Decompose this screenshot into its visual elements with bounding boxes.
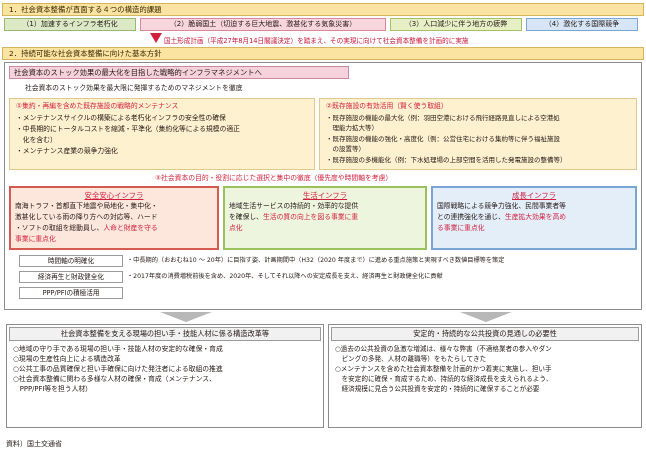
safety-infra-line-1: 南海トラフ・首都直下地震や局地化・集中化・ <box>15 202 158 210</box>
intro-text: 社会資本のストック効果を最大限に発揮するためのマネジメントを徹底 <box>25 84 243 92</box>
down-arrow-left-icon <box>160 312 212 322</box>
investment-title: 安定的・持続的な公共投資の見通しの必要性 <box>331 327 639 341</box>
effective-use-line-5: ・既存施設の多機能化（例：下水処理場の上部空間を活用した発電施設の整備等） <box>326 156 567 164</box>
section2-header: 2．持続可能な社会資本整備に向けた基本方針 <box>2 47 644 60</box>
workforce-line-5: PPP/PFI等を担う人材） <box>13 385 92 393</box>
workforce-line-2: ○現場の生産性向上による構造改革 <box>13 355 121 363</box>
effective-use-line-4: の設置等） <box>326 145 366 153</box>
source-note: 資料）国土交通省 <box>6 440 62 448</box>
growth-infra-line-3: る事業に重点化 <box>437 224 485 232</box>
section1-header: 1．社会資本整備が直面する４つの構造的課題 <box>2 3 644 16</box>
challenge-chip-competition: （4）激化する国際競争 <box>526 18 638 31</box>
workforce-title: 社会資本整備を支える現場の担い手・技能人材に係る構造改革等 <box>9 327 321 341</box>
challenge-chip-vulnerable-land: （2）脆弱国土（切迫する巨大地震、激甚化する気象災害） <box>140 18 386 31</box>
challenge-chip-population: （3）人口減少に伴う地方の疲弊 <box>390 18 522 31</box>
maintenance-line-4: ・メンテナンス産業の競争力強化 <box>16 147 118 155</box>
maintenance-line-1: ・メンテナンスサイクルの構築による老朽化インフラの安全性の確保 <box>16 114 226 122</box>
effective-use-box: ②既存施設の有効活用（賢く使う取組） ・既存施設の機能の最大化（例：羽田空港にお… <box>319 98 637 170</box>
safety-infra-line-2: 激甚化している雨の降り方への対応等、ハード <box>15 213 158 221</box>
maintenance-box: ①集約・再編を含めた既存施設の戦略的メンテナンス ・メンテナンスサイクルの構築に… <box>9 98 315 170</box>
fiscal-text: ・2017年度の消費増税前後を含め、2020年、そしてそれ以降への安定成長を支え… <box>127 273 443 280</box>
fiscal-label: 経済再生と財政健全化 <box>19 271 123 283</box>
workforce-line-1: ○地域の守り手である現場の担い手・技能人材の安定的な確保・育成 <box>13 345 223 353</box>
investment-line-3: ○メンテナンスを含めた社会資本整備を計画的かつ着実に実施し、担い手 <box>335 365 552 373</box>
growth-infra-line-2: との連携強化を通じ、生産拡大効果を高め <box>437 213 567 221</box>
growth-infra-box: 成長インフラ 国際戦略による競争力強化、民間事業者等 との連携強化を通じ、生産拡… <box>431 186 637 250</box>
section2-label: 2．持続可能な社会資本整備に向けた基本方針 <box>9 49 162 58</box>
safety-infra-title: 安全安心インフラ <box>84 191 144 200</box>
investment-line-1: ○過去の公共投資の急激な増減は、様々な弊害（不適格業者の参入やダン <box>335 345 552 353</box>
growth-infra-title: 成長インフラ <box>511 191 557 200</box>
time-axis-label: 時間軸の明確化 <box>19 255 123 267</box>
time-axis-text: ・中長期的（おおむね10 〜 20年）に目指す姿、計画期間中（H32（2020 … <box>127 257 505 264</box>
strategic-title: 社会資本のストック効果の最大化を目指した戦略的インフラマネジメントへ <box>9 66 349 79</box>
effective-use-title: ②既存施設の有効活用（賢く使う取組） <box>326 102 448 110</box>
section1-label: 1．社会資本整備が直面する４つの構造的課題 <box>9 5 162 14</box>
investment-line-5: 経済規模に見合う公共投資を安定的・持続的に確保することが必要 <box>335 385 540 393</box>
down-arrow-icon <box>150 33 162 43</box>
maintenance-line-3: 化を含む） <box>16 136 57 144</box>
safety-infra-box: 安全安心インフラ 南海トラフ・首都直下地震や局地化・集中化・ 激甚化している雨の… <box>9 186 219 250</box>
maintenance-title: ①集約・再編を含めた既存施設の戦略的メンテナンス <box>16 102 179 110</box>
safety-infra-line-4: 事業に重点化 <box>15 235 56 243</box>
life-infra-title: 生活インフラ <box>302 191 348 200</box>
growth-infra-line-1: 国際戦略による競争力強化、民間事業者等 <box>437 202 566 210</box>
ppp-pfi-label: PPP/PFIの積極活用 <box>19 287 123 299</box>
down-arrow-right-icon <box>460 312 512 322</box>
workforce-line-4: ○社会資本整備に関わる多様な人材の確保・育成（メンテナンス、 <box>13 375 216 383</box>
effective-use-line-3: ・既存施設の機能の強化・高度化（例：公営住宅における集約等に伴う福祉施設 <box>326 135 560 143</box>
challenge-chip-aging: （1）加速するインフラ老朽化 <box>4 18 136 31</box>
plan-note: 国土形成計画（平成27年8月14日閣議決定）を踏まえ、その実現に向けて社会資本整… <box>164 37 469 45</box>
effective-use-line-2: 理能力拡大等） <box>326 124 379 132</box>
maintenance-line-2: ・中長期的にトータルコストを縮減・平準化（集約化等による規模の適正 <box>16 125 240 133</box>
safety-infra-line-3: ・ソフトの取組を総動員し、人命と財産を守る <box>15 224 158 232</box>
investment-line-2: ピングの多発、人材の離職等）をもたらしてきた <box>335 355 487 363</box>
investment-line-4: を安定的に確保・育成するため、持続的な経済成長を支えられるよう、 <box>335 375 553 383</box>
life-infra-line-2: を確保し、生活の質の向上を図る事業に重 <box>229 213 359 221</box>
life-infra-line-3: 点化 <box>229 224 243 232</box>
investment-box: 安定的・持続的な公共投資の見通しの必要性 ○過去の公共投資の急激な増減は、様々な… <box>328 324 642 428</box>
life-infra-box: 生活インフラ 地域生活サービスの持続的・効率的な提供 を確保し、生活の質の向上を… <box>223 186 427 250</box>
strategy-frame: 社会資本のストック効果の最大化を目指した戦略的インフラマネジメントへ 社会資本の… <box>4 62 642 310</box>
effective-use-line-1: ・既存施設の機能の最大化（例：羽田空港における飛行経路見直しによる空港処 <box>326 114 560 122</box>
workforce-line-3: ○公共工事の品質確保と担い手確保に向けた発注者による取組の推進 <box>13 365 223 373</box>
selection-text: ③社会資本の目的・役割に応じた選択と集中の徹底（優先度や時間軸を考慮） <box>155 174 393 182</box>
workforce-box: 社会資本整備を支える現場の担い手・技能人材に係る構造改革等 ○地域の守り手である… <box>6 324 324 428</box>
life-infra-line-1: 地域生活サービスの持続的・効率的な提供 <box>229 202 359 210</box>
